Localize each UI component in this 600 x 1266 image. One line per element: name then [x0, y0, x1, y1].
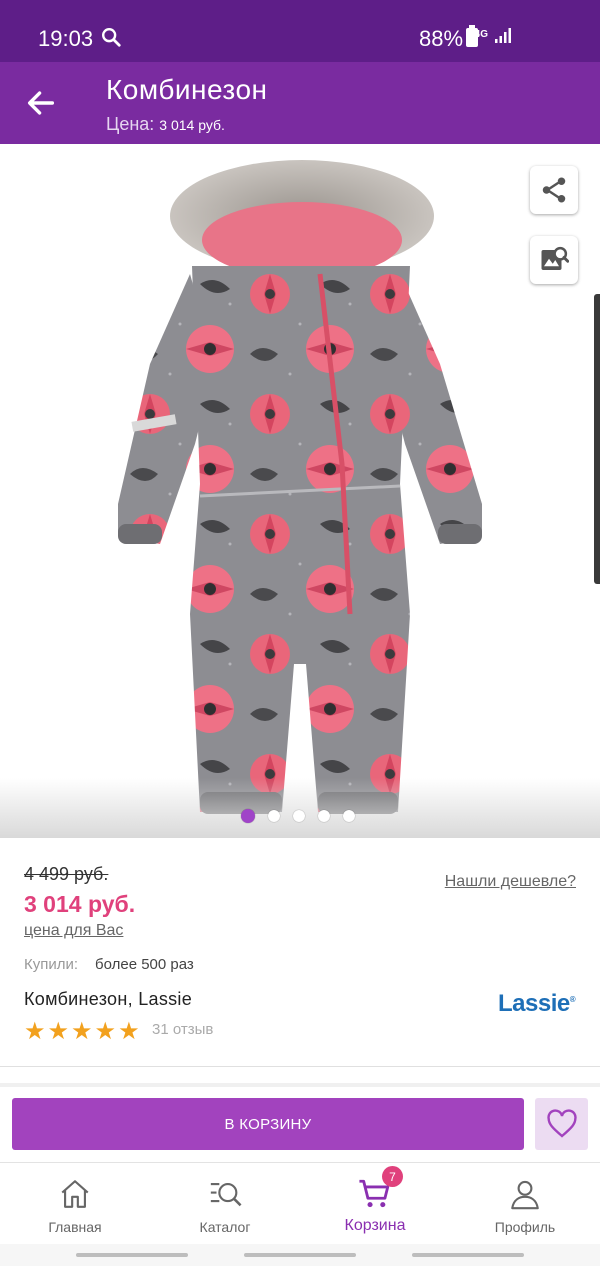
- gesture-home[interactable]: [244, 1253, 356, 1257]
- edge-panel-handle[interactable]: [594, 294, 600, 584]
- divider: [0, 1083, 600, 1087]
- gesture-back[interactable]: [412, 1253, 524, 1257]
- nav-cart[interactable]: Корзина: [300, 1163, 450, 1245]
- share-button[interactable]: [530, 166, 578, 214]
- found-cheaper-link[interactable]: Нашли дешевле?: [445, 873, 576, 891]
- current-price: 3 014 руб.: [24, 891, 136, 917]
- image-search-icon: [541, 246, 569, 270]
- add-to-cart-button[interactable]: В КОРЗИНУ: [12, 1098, 524, 1150]
- status-indicators: 4G: [475, 26, 512, 44]
- screen: 19:03 4G 88% Комбинезон Цена: 3 014 руб.: [0, 0, 600, 1266]
- bought-label: Купили:: [24, 956, 79, 973]
- nav-home-label: Главная: [48, 1219, 102, 1235]
- heart-icon: [546, 1109, 577, 1138]
- header-price-label: Цена:: [106, 114, 155, 134]
- product-gallery[interactable]: [0, 144, 600, 838]
- app-bar: Комбинезон Цена: 3 014 руб.: [0, 62, 600, 144]
- rating-stars[interactable]: ★ ★ ★ ★ ★: [24, 1020, 140, 1044]
- header-price-value: 3 014 руб.: [159, 117, 225, 133]
- bottom-navigation: Главная Каталог Корзина Профиль: [0, 1162, 600, 1244]
- nav-cart-label: Корзина: [344, 1217, 406, 1234]
- page-dot[interactable]: [268, 810, 280, 822]
- battery-icon: [466, 25, 478, 47]
- reviews-count[interactable]: 31 отзыв: [152, 1021, 213, 1038]
- page-title: Комбинезон: [106, 74, 268, 105]
- product-image[interactable]: [0, 144, 600, 838]
- nav-catalog-label: Каталог: [199, 1219, 251, 1235]
- page-dot[interactable]: [343, 810, 355, 822]
- star-icon: ★: [118, 1018, 140, 1045]
- price-for-you-link[interactable]: цена для Вас: [24, 922, 123, 940]
- star-icon: ★: [24, 1018, 46, 1045]
- gallery-shade: [0, 778, 600, 838]
- star-icon: ★: [47, 1018, 70, 1045]
- divider: [0, 1066, 600, 1067]
- system-gesture-bar: [0, 1244, 600, 1266]
- page-dot-active[interactable]: [241, 809, 255, 823]
- star-icon: ★: [94, 1018, 117, 1045]
- battery-percent: 88%: [419, 26, 464, 51]
- header-price: Цена: 3 014 руб.: [106, 114, 225, 135]
- nav-home[interactable]: Главная: [0, 1163, 150, 1245]
- status-bar: 19:03 4G 88%: [0, 0, 600, 62]
- star-icon: ★: [71, 1018, 93, 1045]
- signal-icon: [495, 28, 511, 43]
- home-icon: [61, 1180, 89, 1208]
- nav-catalog[interactable]: Каталог: [150, 1163, 300, 1245]
- back-arrow-icon[interactable]: [24, 86, 58, 120]
- gallery-pagination: [241, 809, 355, 823]
- catalog-search-icon: [210, 1183, 242, 1207]
- brand-logo[interactable]: Lassie®: [498, 990, 576, 1018]
- nav-profile-label: Профиль: [494, 1219, 556, 1235]
- status-time: 19:03: [38, 26, 94, 51]
- favorite-button[interactable]: [535, 1098, 588, 1150]
- image-search-button[interactable]: [530, 236, 578, 284]
- old-price: 4 499 руб.: [24, 864, 109, 884]
- nav-profile[interactable]: Профиль: [450, 1163, 600, 1245]
- page-dot[interactable]: [318, 810, 330, 822]
- share-icon: [542, 177, 566, 203]
- profile-icon: [511, 1180, 539, 1210]
- cart-badge: 7: [382, 1166, 403, 1187]
- bought-value: более 500 раз: [95, 956, 194, 973]
- search-icon: [102, 28, 121, 47]
- page-dot[interactable]: [293, 810, 305, 822]
- gesture-recent[interactable]: [76, 1253, 188, 1257]
- product-name: Комбинезон, Lassie: [24, 989, 193, 1009]
